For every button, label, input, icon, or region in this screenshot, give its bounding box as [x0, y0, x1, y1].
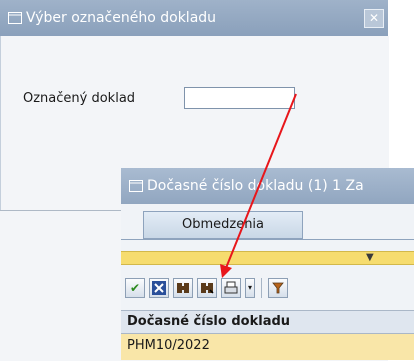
chevron-down-icon[interactable]: ▼	[366, 252, 374, 264]
find-next-icon[interactable]	[197, 278, 217, 298]
dialog2-body: Obmedzenia ▼ ✔ ▾ Dočasné číslo dokladu P…	[121, 204, 414, 360]
dropdown-icon[interactable]: ▾	[245, 278, 255, 298]
column-header[interactable]: Dočasné číslo dokladu	[121, 310, 414, 334]
table-row[interactable]: PHM10/2022	[121, 334, 414, 360]
window-icon	[129, 180, 143, 192]
tab-restrictions[interactable]: Obmedzenia	[143, 211, 303, 239]
cancel-icon[interactable]	[149, 278, 169, 298]
temporary-document-number-dialog: Dočasné číslo dokladu (1) 1 Za Obmedzeni…	[121, 168, 414, 360]
dialog-title: Výber označeného dokladu	[26, 10, 217, 26]
selected-document-input[interactable]	[184, 87, 295, 109]
check-icon[interactable]: ✔	[125, 278, 145, 298]
close-icon[interactable]: ✕	[364, 9, 384, 28]
dialog-title-bar: Výber označeného dokladu ✕	[0, 0, 388, 36]
dialog-toolbar: ✔ ▾	[125, 275, 292, 301]
selection-toggle-bar[interactable]: ▼	[121, 251, 414, 265]
window-icon	[8, 12, 22, 24]
dialog2-title: Dočasné číslo dokladu (1) 1 Za	[147, 178, 364, 194]
tab-divider	[121, 239, 414, 240]
toolbar-separator	[261, 278, 262, 298]
find-icon[interactable]	[173, 278, 193, 298]
print-icon[interactable]	[221, 278, 241, 298]
dialog2-title-bar: Dočasné číslo dokladu (1) 1 Za	[121, 168, 414, 204]
selected-document-label: Označený doklad	[23, 91, 136, 106]
filter-icon[interactable]	[268, 278, 288, 298]
